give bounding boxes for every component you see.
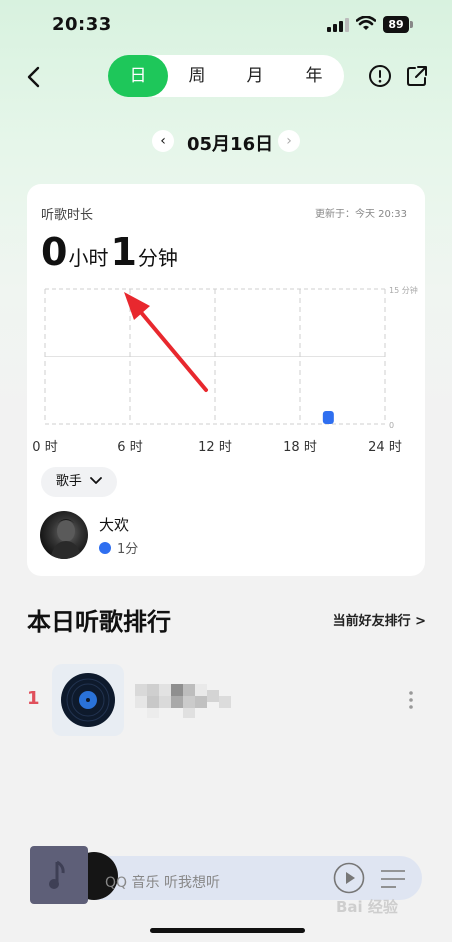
x-tick-label-1: 6 时 bbox=[117, 440, 142, 455]
y-bottom-label: 0 bbox=[389, 421, 394, 430]
home-indicator bbox=[150, 928, 305, 933]
tab-week[interactable]: 周 bbox=[168, 55, 226, 97]
album-cover bbox=[52, 664, 124, 736]
cellular-signal-icon bbox=[327, 18, 349, 32]
avatar-image bbox=[50, 519, 82, 559]
mini-player-text: QQ 音乐 听我想听 bbox=[105, 875, 220, 891]
annotation-arrow bbox=[124, 292, 208, 392]
ranking-row[interactable]: 1 bbox=[0, 662, 452, 738]
share-icon[interactable] bbox=[405, 64, 429, 88]
card-title: 听歌时长 bbox=[41, 208, 94, 223]
ranking-title: 本日听歌排行 bbox=[27, 608, 171, 636]
play-icon[interactable] bbox=[333, 862, 365, 894]
friends-ranking-link[interactable]: 当前好友排行 > bbox=[333, 610, 426, 629]
x-tick-label-0: 0 时 bbox=[32, 440, 57, 455]
chevron-left-icon[interactable] bbox=[20, 63, 48, 91]
chevron-down-icon bbox=[90, 477, 102, 484]
x-tick-label-2: 12 时 bbox=[198, 440, 232, 455]
period-segmented-control: 日 周 月 年 bbox=[108, 55, 344, 97]
music-note-icon bbox=[49, 860, 65, 889]
wifi-icon bbox=[356, 16, 376, 30]
artist-listen-time-value: 1分 bbox=[117, 542, 139, 557]
listening-time-card: 听歌时长 更新于：今天 20:33 0 小时1 分钟 0 时6 时 12 时 18 时2… bbox=[27, 184, 425, 576]
battery-level: 89 bbox=[383, 16, 409, 33]
x-tick-label-3: 18 时 bbox=[283, 440, 317, 455]
battery-icon: 89 bbox=[383, 16, 413, 33]
date-selector: ‹ 05月16日 › bbox=[0, 126, 452, 158]
more-options-icon[interactable] bbox=[404, 688, 418, 712]
listening-duration: 0 小时1 分钟 bbox=[41, 230, 180, 274]
artist-avatar[interactable] bbox=[40, 511, 88, 559]
watermark: Bai 经验 bbox=[336, 898, 398, 916]
prev-date-button[interactable]: ‹ bbox=[152, 130, 174, 152]
legend-dot bbox=[99, 542, 111, 554]
blurred-song-title bbox=[135, 684, 231, 718]
artist-listen-time: 1分 bbox=[99, 538, 138, 557]
x-tick-label-4: 24 时 bbox=[368, 440, 402, 455]
updated-time: 更新于：今天 20:33 bbox=[315, 209, 407, 220]
duration-minutes-unit: 分钟 bbox=[137, 246, 178, 270]
duration-hours: 0 bbox=[41, 230, 67, 274]
tab-month[interactable]: 月 bbox=[226, 55, 284, 97]
chart-bar-0 bbox=[322, 411, 334, 424]
artist-name: 大欢 bbox=[99, 516, 130, 534]
status-bar: 20:33 89 bbox=[0, 0, 452, 50]
duration-hours-unit: 小时 bbox=[68, 246, 109, 270]
y-top-label: 15 分钟 bbox=[389, 285, 418, 295]
top-nav: 日 周 月 年 bbox=[0, 55, 452, 99]
artist-filter-dropdown[interactable]: 歌手 bbox=[41, 467, 117, 497]
rank-number: 1 bbox=[27, 688, 40, 709]
playlist-icon[interactable] bbox=[380, 868, 406, 890]
mini-player[interactable]: QQ 音乐 听我想听 bbox=[30, 846, 422, 904]
status-time: 20:33 bbox=[52, 14, 112, 35]
artist-filter-label: 歌手 bbox=[55, 474, 82, 489]
date-label: 05月16日 bbox=[187, 134, 274, 155]
mini-player-cover[interactable] bbox=[30, 846, 88, 904]
next-date-button[interactable]: › bbox=[278, 130, 300, 152]
vinyl-record-icon bbox=[61, 673, 115, 727]
exclamation-circle-icon[interactable] bbox=[368, 64, 392, 88]
duration-minutes: 1 bbox=[110, 230, 136, 274]
tab-year[interactable]: 年 bbox=[284, 55, 344, 97]
hourly-listening-chart: 0 时 6 时 12 时 18 时 24 时 15 分钟 0 bbox=[32, 285, 418, 455]
tab-day[interactable]: 日 bbox=[108, 55, 168, 97]
